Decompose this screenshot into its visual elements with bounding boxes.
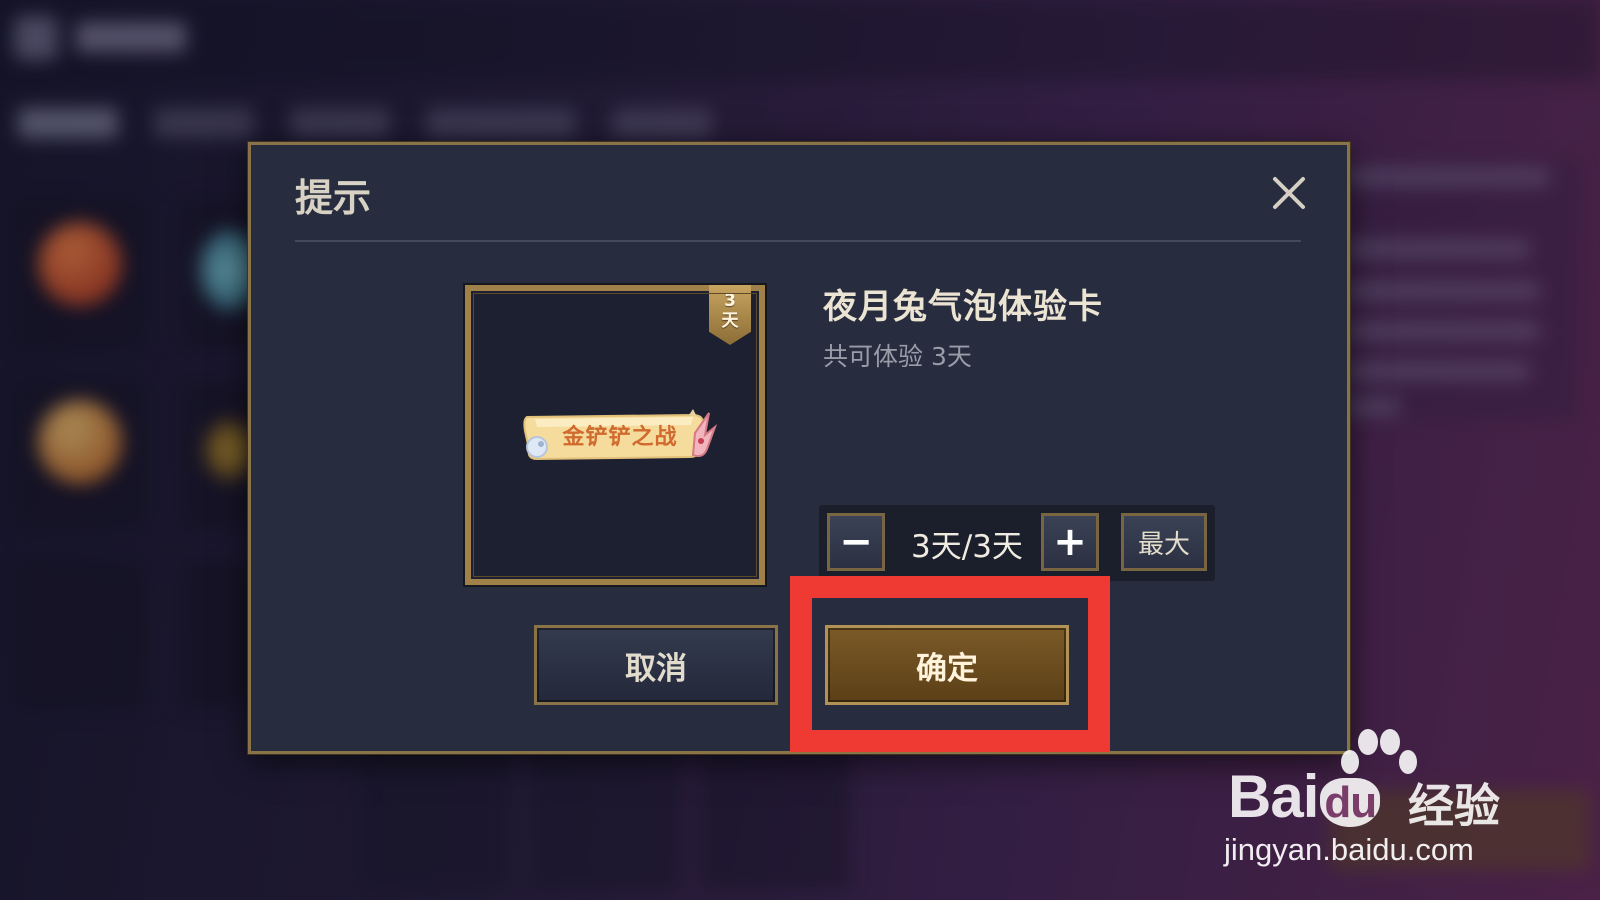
item-name: 夜月兔气泡体验卡 xyxy=(823,287,1103,327)
screen: 提示 3 天 金铲铲之战 夜月兔气泡体验卡 共可体验 3天 − 3天/3天 + … xyxy=(0,0,1600,900)
watermark-brand: Bai du xyxy=(1228,762,1381,831)
decrease-button[interactable]: − xyxy=(827,513,885,571)
watermark-brand-du: du xyxy=(1320,778,1381,827)
item-preview: 3 天 金铲铲之战 xyxy=(463,283,767,587)
quantity-value: 3天/3天 xyxy=(911,529,1023,565)
quantity-stepper: − 3天/3天 + 最大 xyxy=(819,505,1215,581)
watermark-url: jingyan.baidu.com xyxy=(1224,832,1474,867)
day-tag-number: 3 xyxy=(724,291,736,311)
title-divider xyxy=(295,240,1301,242)
day-tag: 3 天 xyxy=(709,285,751,345)
max-button[interactable]: 最大 xyxy=(1121,513,1207,571)
minus-icon: − xyxy=(839,519,873,565)
close-icon xyxy=(1273,177,1305,209)
banner-text: 金铲铲之战 xyxy=(562,425,678,450)
day-tag-unit: 天 xyxy=(721,311,739,331)
baidu-jingyan-watermark: Bai du 经验 jingyan.baidu.com xyxy=(1224,728,1518,888)
item-description: 共可体验 3天 xyxy=(823,342,972,371)
bubble-banner-graphic xyxy=(523,409,717,461)
chat-bubble-banner: 金铲铲之战 xyxy=(517,405,717,467)
cancel-button[interactable]: 取消 xyxy=(534,625,778,705)
close-button[interactable] xyxy=(1267,171,1311,215)
confirm-button[interactable]: 确定 xyxy=(825,625,1069,705)
prompt-dialog: 提示 3 天 金铲铲之战 夜月兔气泡体验卡 共可体验 3天 − 3天/3天 + … xyxy=(248,142,1350,754)
day-tag-badge: 3 天 xyxy=(709,285,751,345)
increase-button[interactable]: + xyxy=(1041,513,1099,571)
plus-icon: + xyxy=(1053,519,1087,565)
watermark-jingyan: 经验 xyxy=(1408,779,1500,833)
dialog-title: 提示 xyxy=(295,176,372,220)
watermark-brand-bai: Bai xyxy=(1228,763,1319,830)
